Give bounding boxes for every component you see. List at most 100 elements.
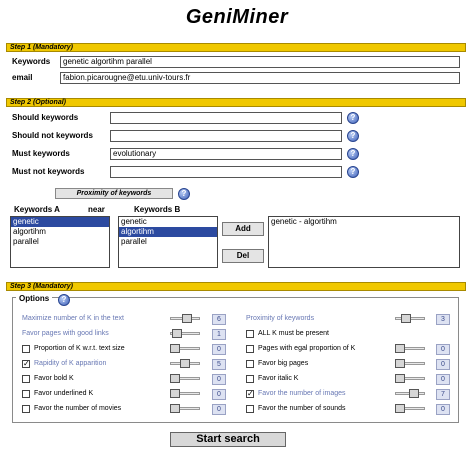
should-keywords-label: Should keywords xyxy=(12,113,79,122)
pages-with-egal-proportion-of-k-value: 0 xyxy=(436,344,450,355)
rapidity-of-k-apparition-label: Rapidity of K apparition xyxy=(34,360,107,367)
slider-handle[interactable] xyxy=(172,329,182,338)
should-not-keywords-help-icon[interactable]: ? xyxy=(347,130,359,142)
add-button[interactable]: Add xyxy=(222,222,264,236)
slider-handle[interactable] xyxy=(409,389,419,398)
favor-the-number-of-movies-value: 0 xyxy=(212,404,226,415)
should-keywords-help-icon[interactable]: ? xyxy=(347,112,359,124)
keyword-pairs-list[interactable]: genetic - algortihm xyxy=(268,216,460,268)
start-search-button[interactable]: Start search xyxy=(170,432,286,447)
favor-bold-k-slider[interactable] xyxy=(170,374,200,383)
must-keywords-help-icon[interactable]: ? xyxy=(347,148,359,160)
rapidity-of-k-apparition-checkbox[interactable]: ✓ xyxy=(22,360,30,368)
pages-with-egal-proportion-of-k-slider[interactable] xyxy=(395,344,425,353)
favor-bold-k-label: Favor bold K xyxy=(34,375,74,382)
must-not-keywords-label: Must not keywords xyxy=(12,167,85,176)
slider-handle[interactable] xyxy=(395,374,405,383)
proportion-of-k-w-r-t-text-size-slider[interactable] xyxy=(170,344,200,353)
maximize-number-of-k-in-the-text-label: Maximize number of K in the text xyxy=(22,315,124,322)
proportion-of-k-w-r-t-text-size-label: Proportion of K w.r.t. text size xyxy=(34,345,125,352)
list-item[interactable]: algortihm xyxy=(119,227,217,237)
must-keywords-label: Must keywords xyxy=(12,149,70,158)
keywords-a-list[interactable]: genetic algortihm parallel xyxy=(10,216,110,268)
favor-bold-k-checkbox[interactable] xyxy=(22,375,30,383)
step3-header: Step 3 (Mandatory) xyxy=(6,282,466,291)
maximize-number-of-k-in-the-text-slider[interactable] xyxy=(170,314,200,323)
rapidity-of-k-apparition-slider[interactable] xyxy=(170,359,200,368)
list-item[interactable]: genetic xyxy=(11,217,109,227)
del-button[interactable]: Del xyxy=(222,249,264,263)
must-not-keywords-help-icon[interactable]: ? xyxy=(347,166,359,178)
favor-pages-with-good-links-label: Favor pages with good links xyxy=(22,330,109,337)
slider-handle[interactable] xyxy=(182,314,192,323)
pages-with-egal-proportion-of-k-checkbox[interactable] xyxy=(246,345,254,353)
favor-the-number-of-movies-slider[interactable] xyxy=(170,404,200,413)
should-keywords-input[interactable] xyxy=(110,112,342,124)
favor-big-pages-label: Favor big pages xyxy=(258,360,309,367)
slider-handle[interactable] xyxy=(401,314,411,323)
slider-handle[interactable] xyxy=(395,359,405,368)
should-not-keywords-input[interactable] xyxy=(110,130,342,142)
favor-the-number-of-images-value: 7 xyxy=(436,389,450,400)
favor-italic-k-value: 0 xyxy=(436,374,450,385)
list-item[interactable]: parallel xyxy=(11,237,109,247)
favor-pages-with-good-links-value: 1 xyxy=(212,329,226,340)
email-input[interactable]: fabion.picarougne@etu.univ-tours.fr xyxy=(60,72,460,84)
slider-handle[interactable] xyxy=(395,344,405,353)
list-item[interactable]: genetic - algortihm xyxy=(269,217,459,227)
rapidity-of-k-apparition-value: 5 xyxy=(212,359,226,370)
favor-the-number-of-sounds-label: Favor the number of sounds xyxy=(258,405,346,412)
step1-header: Step 1 (Mandatory) xyxy=(6,43,466,52)
keywords-b-list[interactable]: genetic algortihm parallel xyxy=(118,216,218,268)
favor-the-number-of-sounds-checkbox[interactable] xyxy=(246,405,254,413)
favor-big-pages-slider[interactable] xyxy=(395,359,425,368)
proximity-help-icon[interactable]: ? xyxy=(178,188,190,200)
all-k-must-be-present-label: ALL K must be present xyxy=(258,330,329,337)
favor-the-number-of-images-label: Favor the number of images xyxy=(258,390,346,397)
favor-italic-k-checkbox[interactable] xyxy=(246,375,254,383)
all-k-must-be-present-checkbox[interactable] xyxy=(246,330,254,338)
slider-handle[interactable] xyxy=(180,359,190,368)
favor-the-number-of-sounds-slider[interactable] xyxy=(395,404,425,413)
must-keywords-input[interactable]: evolutionary xyxy=(110,148,342,160)
keywords-b-label: Keywords B xyxy=(134,205,181,214)
proximity-of-keywords-label: Proximity of keywords xyxy=(55,188,173,199)
favor-the-number-of-images-checkbox[interactable]: ✓ xyxy=(246,390,254,398)
favor-big-pages-checkbox[interactable] xyxy=(246,360,254,368)
list-item[interactable]: genetic xyxy=(119,217,217,227)
favor-underlined-k-slider[interactable] xyxy=(170,389,200,398)
keywords-label: Keywords xyxy=(12,57,51,66)
favor-big-pages-value: 0 xyxy=(436,359,450,370)
proximity-of-keywords-value: 3 xyxy=(436,314,450,325)
near-label: near xyxy=(88,205,105,214)
favor-italic-k-label: Favor italic K xyxy=(258,375,299,382)
favor-underlined-k-checkbox[interactable] xyxy=(22,390,30,398)
slider-handle[interactable] xyxy=(170,389,180,398)
keywords-input[interactable]: genetic algortihm parallel xyxy=(60,56,460,68)
slider-handle[interactable] xyxy=(170,344,180,353)
favor-italic-k-slider[interactable] xyxy=(395,374,425,383)
proximity-of-keywords-label: Proximity of keywords xyxy=(246,315,315,322)
app-title: GeniMiner xyxy=(185,6,289,28)
favor-the-number-of-movies-checkbox[interactable] xyxy=(22,405,30,413)
must-not-keywords-input[interactable] xyxy=(110,166,342,178)
pages-with-egal-proportion-of-k-label: Pages with egal proportion of K xyxy=(258,345,356,352)
favor-the-number-of-movies-label: Favor the number of movies xyxy=(34,405,122,412)
options-help-icon[interactable]: ? xyxy=(58,294,70,306)
favor-bold-k-value: 0 xyxy=(212,374,226,385)
list-item[interactable]: algortihm xyxy=(11,227,109,237)
list-item[interactable]: parallel xyxy=(119,237,217,247)
step2-header: Step 2 (Optional) xyxy=(6,98,466,107)
slider-handle[interactable] xyxy=(170,404,180,413)
proximity-of-keywords-slider[interactable] xyxy=(395,314,425,323)
favor-the-number-of-images-slider[interactable] xyxy=(395,389,425,398)
email-label: email xyxy=(12,73,33,82)
slider-handle[interactable] xyxy=(395,404,405,413)
keywords-a-label: Keywords A xyxy=(14,205,60,214)
favor-underlined-k-label: Favor underlined K xyxy=(34,390,94,397)
favor-pages-with-good-links-slider[interactable] xyxy=(170,329,200,338)
proportion-of-k-w-r-t-text-size-checkbox[interactable] xyxy=(22,345,30,353)
should-not-keywords-label: Should not keywords xyxy=(12,131,93,140)
slider-handle[interactable] xyxy=(170,374,180,383)
favor-the-number-of-sounds-value: 0 xyxy=(436,404,450,415)
